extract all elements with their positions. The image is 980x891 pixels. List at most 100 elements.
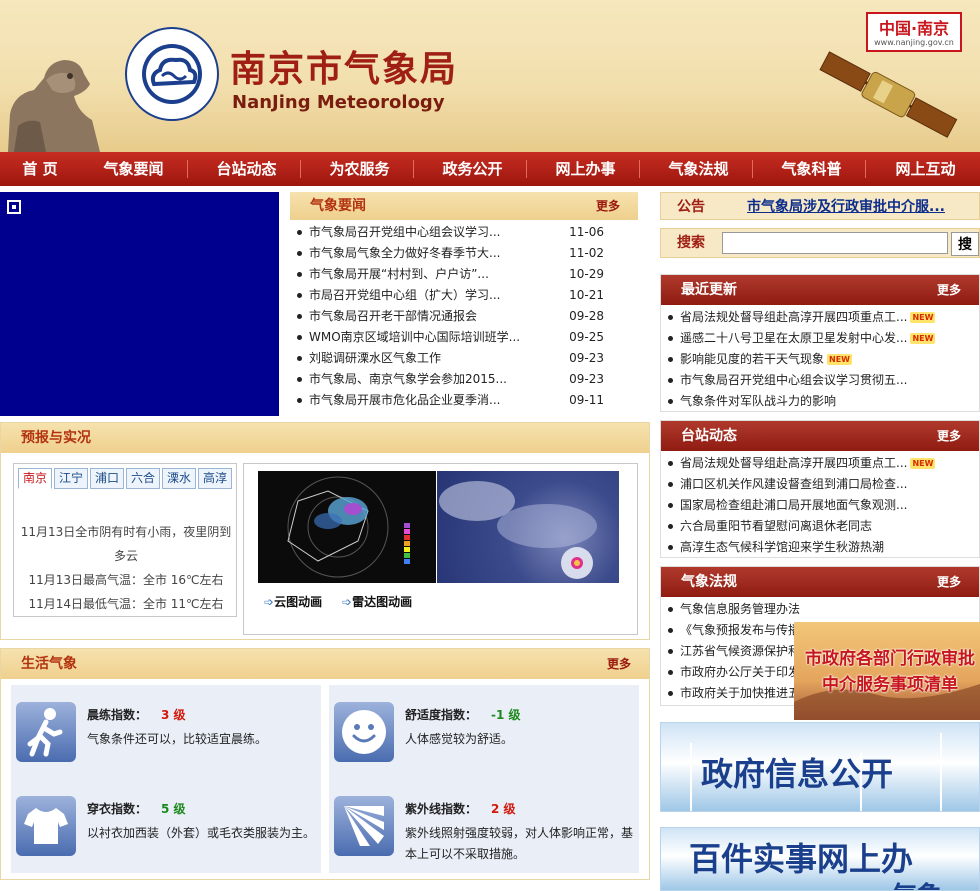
recent-item[interactable]: 影响能见度的若干天气现象 NEW (661, 349, 961, 370)
station-item-title[interactable]: 六合局重阳节看望慰问离退休老同志 (680, 519, 872, 533)
site-title: 南京市气象局 (230, 48, 459, 90)
image-slideshow[interactable] (0, 192, 279, 416)
news-item-title[interactable]: 刘聪调研溧水区气象工作 (309, 351, 441, 365)
station-list: 省局法规处督导组赴高淳开展四项重点工... NEW 浦口区机关作风建设督查组到浦口… (661, 453, 961, 558)
recent-item[interactable]: 省局法规处督导组赴高淳开展四项重点工... NEW (661, 307, 961, 328)
cloud-animation-link[interactable]: ➩云图动画 (264, 593, 322, 610)
station-item[interactable]: 浦口区机关作风建设督查组到浦口局检查... (661, 474, 961, 495)
station-item[interactable]: 高淳生态气候科学馆迎来学生秋游热潮 (661, 537, 961, 558)
radar-animation-link[interactable]: ➩雷达图动画 (342, 593, 412, 610)
news-item-title[interactable]: 市气象局气象全力做好冬春季节大... (309, 246, 500, 260)
law-item-title[interactable]: 市政府办公厅关于印发 (680, 665, 800, 679)
nav-gov-affairs[interactable]: 政务公开 (419, 152, 526, 186)
recent-item-title[interactable]: 影响能见度的若干天气现象 (680, 352, 824, 366)
notice-bar: 公告 市气象局涉及行政审批中介服... (660, 192, 980, 220)
gov-info-banner-text[interactable]: 政府信息公开 (701, 749, 893, 795)
news-item[interactable]: 市局召开党组中心组（扩大）学习... 10-21 (290, 285, 610, 306)
life-more-link[interactable]: 更多 (607, 649, 631, 679)
nav-interaction[interactable]: 网上互动 (871, 152, 980, 186)
law-item-title[interactable]: 气象信息服务管理办法 (680, 602, 800, 616)
news-item-title[interactable]: 市气象局召开党组中心组会议学习... (309, 225, 500, 239)
recent-item-title[interactable]: 遥感二十八号卫星在太原卫星发射中心发... (680, 331, 907, 345)
radar-animation-label[interactable]: 雷达图动画 (352, 595, 412, 609)
forecast-text: 11月13日全市阴有时有小雨，夜里阴到多云 11月13日最高气温：全市 16℃左… (20, 520, 232, 616)
station-item[interactable]: 六合局重阳节看望慰问离退休老同志 (661, 516, 961, 537)
recent-more-link[interactable]: 更多 (937, 275, 961, 305)
news-item[interactable]: 市气象局召开老干部情况通报会 09-28 (290, 306, 610, 327)
tab-lishui[interactable]: 溧水 (162, 468, 196, 489)
nav-home[interactable]: 首 页 (0, 152, 80, 186)
popup-text[interactable]: 市政府各部门行政审批中介服务事项清单 (802, 646, 978, 698)
law-more-link[interactable]: 更多 (937, 567, 961, 597)
search-bar: 搜索 搜 (660, 228, 980, 258)
station-item[interactable]: 国家局检查组赴浦口局开展地面气象观测... (661, 495, 961, 516)
nav-online-services[interactable]: 网上办事 (532, 152, 639, 186)
news-item[interactable]: 刘聪调研溧水区气象工作 09-23 (290, 348, 610, 369)
news-item-title[interactable]: 市气象局开展市危化品企业夏季消... (309, 393, 500, 407)
news-item[interactable]: 市气象局、南京气象学会参加2015... 09-23 (290, 369, 610, 390)
index-name: 晨练指数： (87, 708, 148, 722)
news-item-title[interactable]: 市气象局开展“村村到、户户访”... (309, 267, 489, 281)
tab-nanjing[interactable]: 南京 (18, 468, 52, 489)
tab-liuhe[interactable]: 六合 (126, 468, 160, 489)
station-more-link[interactable]: 更多 (937, 421, 961, 451)
cloud-image[interactable] (437, 471, 619, 583)
law-item[interactable]: 气象信息服务管理办法 (661, 599, 961, 620)
tab-pukou[interactable]: 浦口 (90, 468, 124, 489)
station-item-title[interactable]: 高淳生态气候科学馆迎来学生秋游热潮 (680, 540, 884, 554)
law-title: 气象法规 (681, 574, 737, 590)
station-item-title[interactable]: 国家局检查组赴浦口局开展地面气象观测... (680, 498, 907, 512)
recent-item[interactable]: 遥感二十八号卫星在太原卫星发射中心发... NEW (661, 328, 961, 349)
news-item-title[interactable]: WMO南京区域培训中心国际培训班学... (309, 330, 520, 344)
nav-agriculture[interactable]: 为农服务 (306, 152, 413, 186)
recent-item-title[interactable]: 气象条件对军队战斗力的影响 (680, 394, 836, 408)
tab-jiangning[interactable]: 江宁 (54, 468, 88, 489)
news-item[interactable]: 市气象局气象全力做好冬春季节大... 11-02 (290, 243, 610, 264)
news-item-date: 11-06 (569, 225, 604, 239)
hundred-affairs-banner-text[interactable]: 百件实事网上办 (689, 834, 913, 880)
news-item[interactable]: WMO南京区域培训中心国际培训班学... 09-25 (290, 327, 610, 348)
radar-image[interactable] (258, 471, 436, 583)
law-item-title[interactable]: 市政府关于加快推进五 (680, 686, 800, 700)
nav-weather-news[interactable]: 气象要闻 (80, 152, 187, 186)
arrow-icon: ➩ (342, 595, 353, 609)
tab-gaochun[interactable]: 高淳 (198, 468, 232, 489)
hundred-affairs-banner[interactable]: 百件实事网上办 气象 (660, 827, 980, 891)
news-item-title[interactable]: 市气象局召开老干部情况通报会 (309, 309, 477, 323)
gov-info-banner[interactable]: 政府信息公开 (660, 722, 980, 812)
main-nav: 首 页 气象要闻 台站动态 为农服务 政务公开 网上办事 气象法规 气象科普 网… (0, 152, 980, 186)
law-item-title[interactable]: 江苏省气候资源保护和 (680, 644, 800, 658)
meteorology-emblem (125, 27, 219, 121)
recent-item-title[interactable]: 市气象局召开党组中心组会议学习贯彻五... (680, 373, 907, 387)
index-name: 穿衣指数： (87, 802, 148, 816)
recent-item-title[interactable]: 省局法规处督导组赴高淳开展四项重点工... (680, 310, 907, 324)
news-item[interactable]: 市气象局开展“村村到、户户访”... 10-29 (290, 264, 610, 285)
station-item[interactable]: 省局法规处督导组赴高淳开展四项重点工... NEW (661, 453, 961, 474)
cloud-animation-label[interactable]: 云图动画 (274, 595, 322, 609)
news-item-title[interactable]: 市局召开党组中心组（扩大）学习... (309, 288, 500, 302)
new-badge-icon: NEW (910, 458, 936, 469)
news-item-title[interactable]: 市气象局、南京气象学会参加2015... (309, 372, 507, 386)
nav-regulations[interactable]: 气象法规 (645, 152, 752, 186)
news-item[interactable]: 市气象局召开党组中心组会议学习... 11-06 (290, 222, 610, 243)
nav-science[interactable]: 气象科普 (758, 152, 865, 186)
recent-item[interactable]: 气象条件对军队战斗力的影响 (661, 391, 961, 412)
station-item-title[interactable]: 省局法规处督导组赴高淳开展四项重点工... (680, 456, 907, 470)
search-button[interactable]: 搜 (951, 232, 979, 256)
floating-ad-popup[interactable]: 市政府各部门行政审批中介服务事项清单 (794, 622, 980, 720)
search-input[interactable] (722, 232, 948, 254)
hundred-affairs-banner-sub[interactable]: 气象 (891, 876, 943, 890)
station-item-title[interactable]: 浦口区机关作风建设督查组到浦口局检查... (680, 477, 907, 491)
site-header: 南京市气象局 NanJing Meteorology 中国·南京 www.nan… (0, 0, 980, 152)
uv-card: 紫外线指数： 2 级 紫外线照射强度较弱，对人体影响正常，基本上可以不采取措施。 (329, 779, 639, 873)
nav-station-news[interactable]: 台站动态 (193, 152, 300, 186)
news-item-date: 11-02 (569, 246, 604, 260)
tshirt-icon (16, 796, 76, 856)
slide-indicator-icon[interactable] (7, 200, 21, 214)
notice-link[interactable]: 市气象局涉及行政审批中介服... (747, 193, 945, 221)
news-more-link[interactable]: 更多 (596, 192, 620, 220)
law-item-title[interactable]: 《气象预报发布与传播 (680, 623, 800, 637)
recent-item[interactable]: 市气象局召开党组中心组会议学习贯彻五... (661, 370, 961, 391)
forecast-line: 11月13日最高气温：全市 16℃左右 (28, 573, 224, 587)
news-item[interactable]: 市气象局开展市危化品企业夏季消... 09-11 (290, 390, 610, 411)
